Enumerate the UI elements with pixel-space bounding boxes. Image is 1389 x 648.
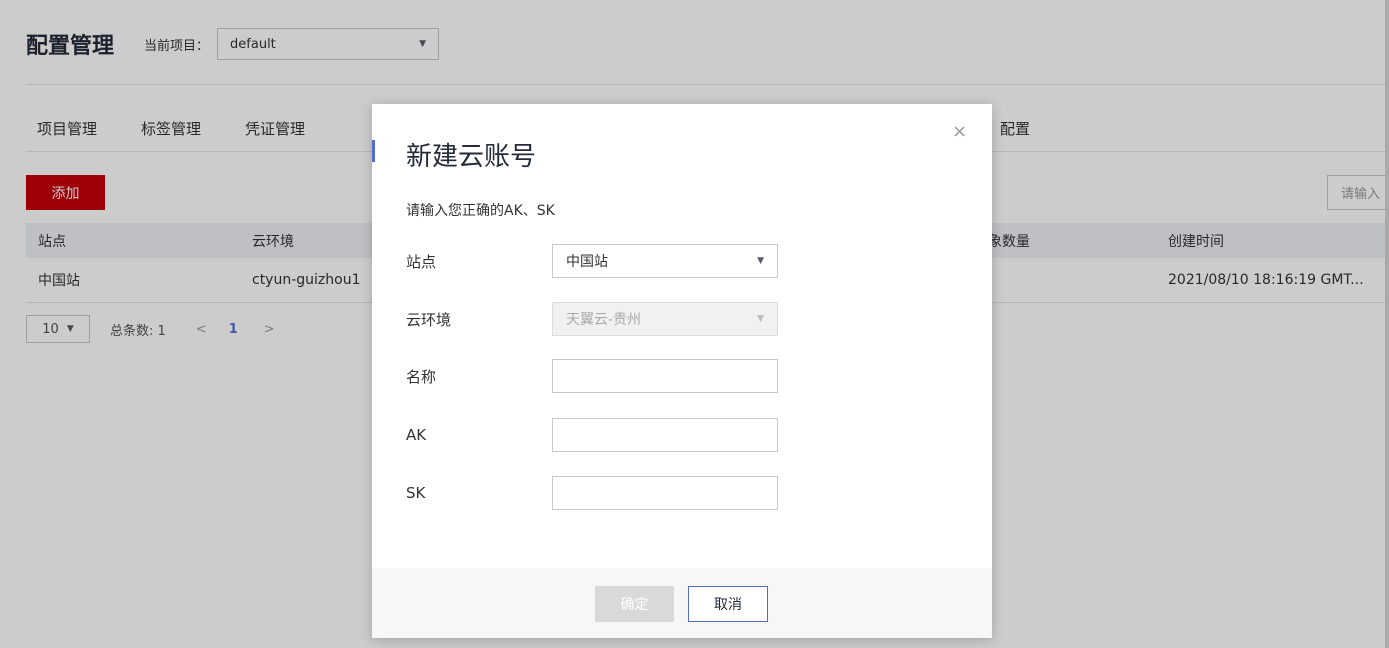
form-row-name: 名称 <box>406 359 966 393</box>
cloud-env-label: 云环境 <box>406 310 452 329</box>
form-row-site: 站点 中国站 ▼ <box>406 244 966 278</box>
cancel-button[interactable]: 取消 <box>688 586 768 622</box>
chevron-down-icon: ▼ <box>757 256 764 266</box>
title-accent-bar <box>372 140 375 162</box>
dialog-hint: 请输入您正确的AK、SK <box>406 203 555 219</box>
sk-label: SK <box>406 484 426 502</box>
close-icon[interactable]: × <box>952 121 967 142</box>
cloud-env-select: 天翼云-贵州 ▼ <box>552 302 778 336</box>
dialog-title: 新建云账号 <box>406 142 537 172</box>
form-row-cloud-env: 云环境 天翼云-贵州 ▼ <box>406 302 966 336</box>
dialog-footer: 确定 取消 <box>372 568 992 638</box>
sk-input[interactable] <box>552 476 778 510</box>
site-select-value: 中国站 <box>566 254 608 270</box>
create-cloud-account-dialog: 新建云账号 × 请输入您正确的AK、SK 站点 中国站 ▼ 云环境 天翼云-贵州… <box>372 104 992 638</box>
ak-input[interactable] <box>552 418 778 452</box>
ak-label: AK <box>406 426 427 444</box>
confirm-button[interactable]: 确定 <box>595 586 674 622</box>
form-row-ak: AK <box>406 418 966 452</box>
cloud-env-select-value: 天翼云-贵州 <box>566 312 642 328</box>
scrollbar[interactable] <box>1385 0 1389 648</box>
site-label: 站点 <box>406 252 437 271</box>
name-label: 名称 <box>406 367 437 386</box>
site-select[interactable]: 中国站 ▼ <box>552 244 778 278</box>
name-input[interactable] <box>552 359 778 393</box>
form-row-sk: SK <box>406 476 966 510</box>
chevron-down-icon: ▼ <box>757 314 764 324</box>
